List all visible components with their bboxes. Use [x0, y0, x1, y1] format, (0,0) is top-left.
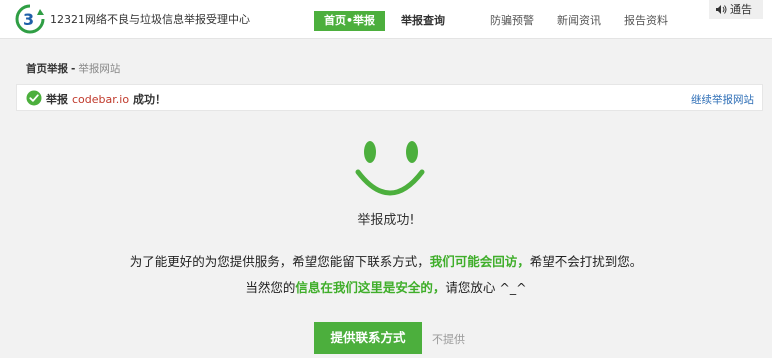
notice-button[interactable]: 通告: [709, 0, 763, 19]
breadcrumb-separator: -: [71, 63, 76, 75]
line2-highlight: 信息在我们这里是安全的，: [295, 280, 446, 295]
breadcrumb-home[interactable]: 首页举报: [26, 63, 68, 75]
reported-domain: codebar.io: [72, 93, 130, 106]
line1-part1: 为了能更好的为您提供服务，希望您能留下联系方式，: [129, 254, 430, 269]
nav-report-query[interactable]: 举报查询: [401, 11, 445, 31]
success-suffix: 成功！: [133, 93, 167, 106]
contact-request-text: 为了能更好的为您提供服务，希望您能留下联系方式，我们可能会回访，希望不会打扰到您…: [0, 251, 772, 270]
nav-reports[interactable]: 报告资料: [624, 11, 668, 31]
svg-text:3: 3: [23, 10, 34, 29]
success-prefix: 举报: [46, 93, 68, 106]
provide-contact-button[interactable]: 提供联系方式: [314, 322, 422, 354]
continue-report-link[interactable]: 继续举报网站: [691, 92, 754, 107]
breadcrumb-current: 举报网站: [78, 63, 121, 75]
success-message: 举报 codebar.io 成功！: [46, 91, 166, 107]
success-bar: 举报 codebar.io 成功！ 继续举报网站: [16, 84, 763, 111]
line2-part2: 请您放心 ^_^: [445, 280, 527, 295]
nav-fraud-warning[interactable]: 防骗预警: [490, 11, 534, 31]
decline-contact-link[interactable]: 不提供: [432, 331, 465, 347]
smiley-icon: [355, 141, 425, 196]
site-logo-icon[interactable]: 3: [14, 3, 46, 35]
speaker-icon: [716, 5, 727, 14]
site-title: 12321网络不良与垃圾信息举报受理中心: [50, 13, 250, 26]
line1-highlight: 我们可能会回访，: [429, 254, 530, 269]
nav-news[interactable]: 新闻资讯: [557, 11, 601, 31]
privacy-assurance-text: 当然您的信息在我们这里是安全的，请您放心 ^_^: [0, 277, 772, 296]
check-circle-icon: [26, 90, 42, 106]
site-header: 3 12321网络不良与垃圾信息举报受理中心 首页•举报 举报查询 防骗预警 新…: [0, 0, 772, 39]
line1-part2: 希望不会打扰到您。: [529, 254, 643, 269]
nav-home-report[interactable]: 首页•举报: [314, 11, 386, 31]
breadcrumb: 首页举报 - 举报网站: [26, 61, 120, 76]
notice-label: 通告: [730, 3, 752, 16]
result-title: 举报成功!: [357, 213, 415, 228]
line2-part1: 当然您的: [245, 280, 296, 295]
